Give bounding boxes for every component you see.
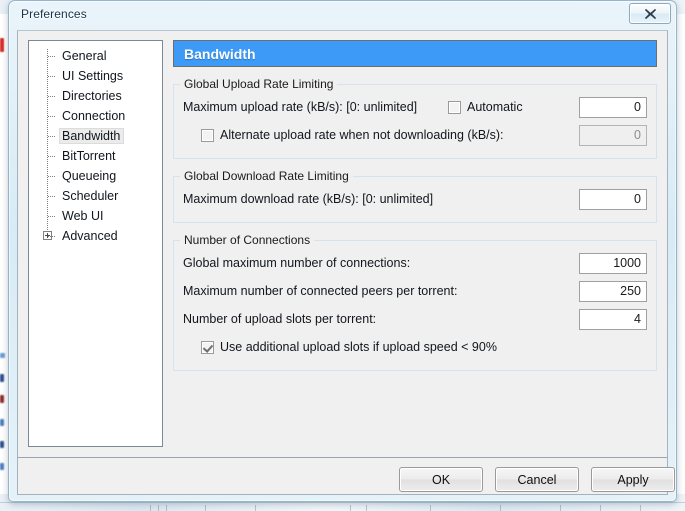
additional-upload-slots-label: Use additional upload slots if upload sp… — [220, 340, 497, 354]
window-title-bar[interactable]: Preferences — [9, 1, 676, 30]
row-max-download-rate: Maximum download rate (kB/s): [0: unlimi… — [183, 185, 647, 213]
cancel-button[interactable]: Cancel — [495, 467, 579, 492]
background-tick — [500, 505, 501, 511]
background-marker — [0, 419, 4, 426]
background-tick — [366, 505, 367, 511]
sidebar-item-directories[interactable]: Directories — [29, 86, 162, 106]
checkbox-box-alternate — [201, 128, 214, 142]
sidebar-item-label: Bandwidth — [59, 128, 125, 144]
background-tick — [430, 505, 431, 511]
alternate-upload-rate-label: Alternate upload rate when not downloadi… — [220, 128, 504, 142]
upload-slots-per-torrent-input[interactable]: 4 — [579, 308, 647, 330]
background-marker — [0, 395, 4, 403]
tree-connector-line — [48, 196, 56, 197]
group-legend-upload: Global Upload Rate Limiting — [184, 77, 334, 91]
sidebar-item-label: Connection — [62, 109, 126, 123]
tree-connector-line — [48, 116, 56, 117]
background-tick — [350, 505, 351, 511]
automatic-upload-checkbox[interactable]: Automatic — [448, 100, 523, 114]
dialog-button-bar: OK Cancel Apply — [18, 458, 675, 494]
sidebar-item-label: Scheduler — [62, 189, 119, 203]
ok-button[interactable]: OK — [399, 467, 483, 492]
group-global-download-rate-limiting: Global Download Rate Limiting Maximum do… — [173, 169, 657, 223]
preferences-window: Preferences General UI Settings Directorie… — [8, 0, 677, 502]
tree-connector-line — [48, 216, 56, 217]
automatic-label: Automatic — [467, 100, 523, 114]
background-tick — [560, 505, 561, 511]
sidebar-item-general[interactable]: General — [29, 46, 162, 66]
tree-connector-line — [48, 96, 56, 97]
background-tick — [255, 505, 256, 511]
tree-connector-line — [48, 136, 56, 137]
sidebar-item-queueing[interactable]: Queueing — [29, 166, 162, 186]
dialog-client-area: General UI Settings Directories Connection B… — [17, 30, 675, 495]
tree-connector-line — [48, 236, 56, 237]
tree-connector-line — [48, 76, 56, 77]
settings-tree-list: General UI Settings Directories Connection B… — [29, 46, 162, 246]
max-upload-rate-input[interactable]: 0 — [579, 96, 647, 118]
row-max-upload-rate: Maximum upload rate (kB/s): [0: unlimite… — [183, 93, 647, 121]
background-marker — [0, 374, 4, 382]
sidebar-item-label: General — [62, 49, 107, 63]
settings-tree-panel[interactable]: General UI Settings Directories Connection B… — [28, 40, 163, 447]
sidebar-item-connection[interactable]: Connection — [29, 106, 162, 126]
sidebar-item-label: BitTorrent — [62, 149, 116, 163]
max-upload-rate-label: Maximum upload rate (kB/s): [0: unlimite… — [183, 100, 418, 114]
row-additional-upload-slots: Use additional upload slots if upload sp… — [183, 333, 647, 361]
background-red-marker — [0, 38, 4, 52]
group-global-upload-rate-limiting: Global Upload Rate Limiting Maximum uplo… — [173, 77, 657, 159]
sidebar-item-web-ui[interactable]: Web UI — [29, 206, 162, 226]
background-marker — [0, 463, 4, 470]
background-tick — [600, 505, 601, 511]
background-tick — [166, 505, 167, 511]
background-tick — [205, 505, 206, 511]
sidebar-item-label: Web UI — [62, 209, 104, 223]
window-title: Preferences — [21, 7, 87, 21]
page-title: Bandwidth — [173, 40, 657, 67]
sidebar-item-bittorrent[interactable]: BitTorrent — [29, 146, 162, 166]
group-number-of-connections: Number of Connections Global maximum num… — [173, 233, 657, 371]
upload-slots-per-torrent-label: Number of upload slots per torrent: — [183, 312, 377, 326]
additional-upload-slots-checkbox[interactable]: Use additional upload slots if upload sp… — [201, 340, 497, 354]
alternate-upload-rate-input[interactable]: 0 — [579, 124, 647, 146]
close-x-icon — [644, 8, 656, 19]
background-tick — [150, 505, 151, 511]
sidebar-item-bandwidth[interactable]: Bandwidth — [29, 126, 162, 146]
background-marker — [0, 353, 5, 358]
alternate-upload-rate-checkbox[interactable]: Alternate upload rate when not downloadi… — [201, 128, 504, 142]
sidebar-item-label: UI Settings — [62, 69, 124, 83]
max-download-rate-input[interactable]: 0 — [579, 188, 647, 210]
sidebar-item-label: Advanced — [62, 229, 118, 243]
background-marker — [0, 441, 4, 448]
sidebar-item-scheduler[interactable]: Scheduler — [29, 186, 162, 206]
global-max-connections-input[interactable]: 1000 — [579, 252, 647, 274]
group-legend-download: Global Download Rate Limiting — [184, 169, 349, 183]
settings-content-pane: Bandwidth Global Upload Rate Limiting Ma… — [173, 40, 657, 371]
tree-connector-line — [48, 176, 56, 177]
background-tick — [158, 505, 159, 511]
tree-connector-line — [48, 156, 56, 157]
row-global-max-connections: Global maximum number of connections: 10… — [183, 249, 647, 277]
tree-connector-line — [48, 56, 56, 57]
sidebar-item-ui-settings[interactable]: UI Settings — [29, 66, 162, 86]
max-peers-per-torrent-input[interactable]: 250 — [579, 280, 647, 302]
row-alternate-upload-rate: Alternate upload rate when not downloadi… — [183, 121, 647, 149]
sidebar-item-label: Queueing — [62, 169, 117, 183]
global-max-connections-label: Global maximum number of connections: — [183, 256, 411, 270]
checkbox-box-additional-slots — [201, 340, 214, 354]
row-max-peers-per-torrent: Maximum number of connected peers per to… — [183, 277, 647, 305]
max-download-rate-label: Maximum download rate (kB/s): [0: unlimi… — [183, 192, 434, 206]
checkbox-box-automatic — [448, 100, 461, 114]
page-title-text: Bandwidth — [184, 45, 256, 62]
background-rule — [0, 502, 685, 503]
sidebar-item-advanced[interactable]: Advanced — [29, 226, 162, 246]
group-legend-connections: Number of Connections — [184, 233, 311, 247]
max-peers-per-torrent-label: Maximum number of connected peers per to… — [183, 284, 458, 298]
row-upload-slots-per-torrent: Number of upload slots per torrent: 4 — [183, 305, 647, 333]
close-button[interactable] — [629, 3, 671, 24]
apply-button[interactable]: Apply — [591, 467, 675, 492]
background-tick — [640, 505, 641, 511]
sidebar-item-label: Directories — [62, 89, 122, 103]
